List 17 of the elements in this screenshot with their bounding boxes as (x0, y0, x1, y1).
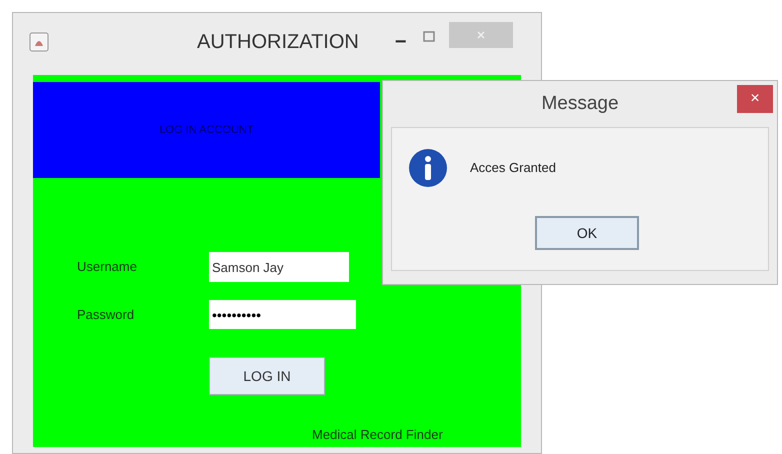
window-title: AUTHORIZATION (197, 30, 359, 55)
username-label: Username (77, 258, 138, 276)
dialog-title: Message (541, 92, 619, 116)
password-label: Password (77, 306, 136, 324)
ok-button[interactable]: OK (535, 216, 639, 250)
password-field[interactable]: •••••••••• (209, 300, 356, 329)
close-icon (476, 30, 486, 40)
login-button[interactable]: LOG IN (209, 357, 325, 395)
message-text: Acces Granted (470, 159, 556, 178)
info-icon (408, 148, 448, 188)
header-text: LOG IN ACCOUNT (159, 122, 254, 138)
app-icon (29, 32, 49, 52)
footer-text: Medical Record Finder (312, 426, 444, 444)
username-field[interactable]: Samson Jay (209, 252, 349, 282)
maximize-icon[interactable] (422, 31, 435, 43)
minimize-button[interactable]: − (394, 32, 407, 52)
dialog-close-button[interactable]: × (737, 85, 773, 113)
